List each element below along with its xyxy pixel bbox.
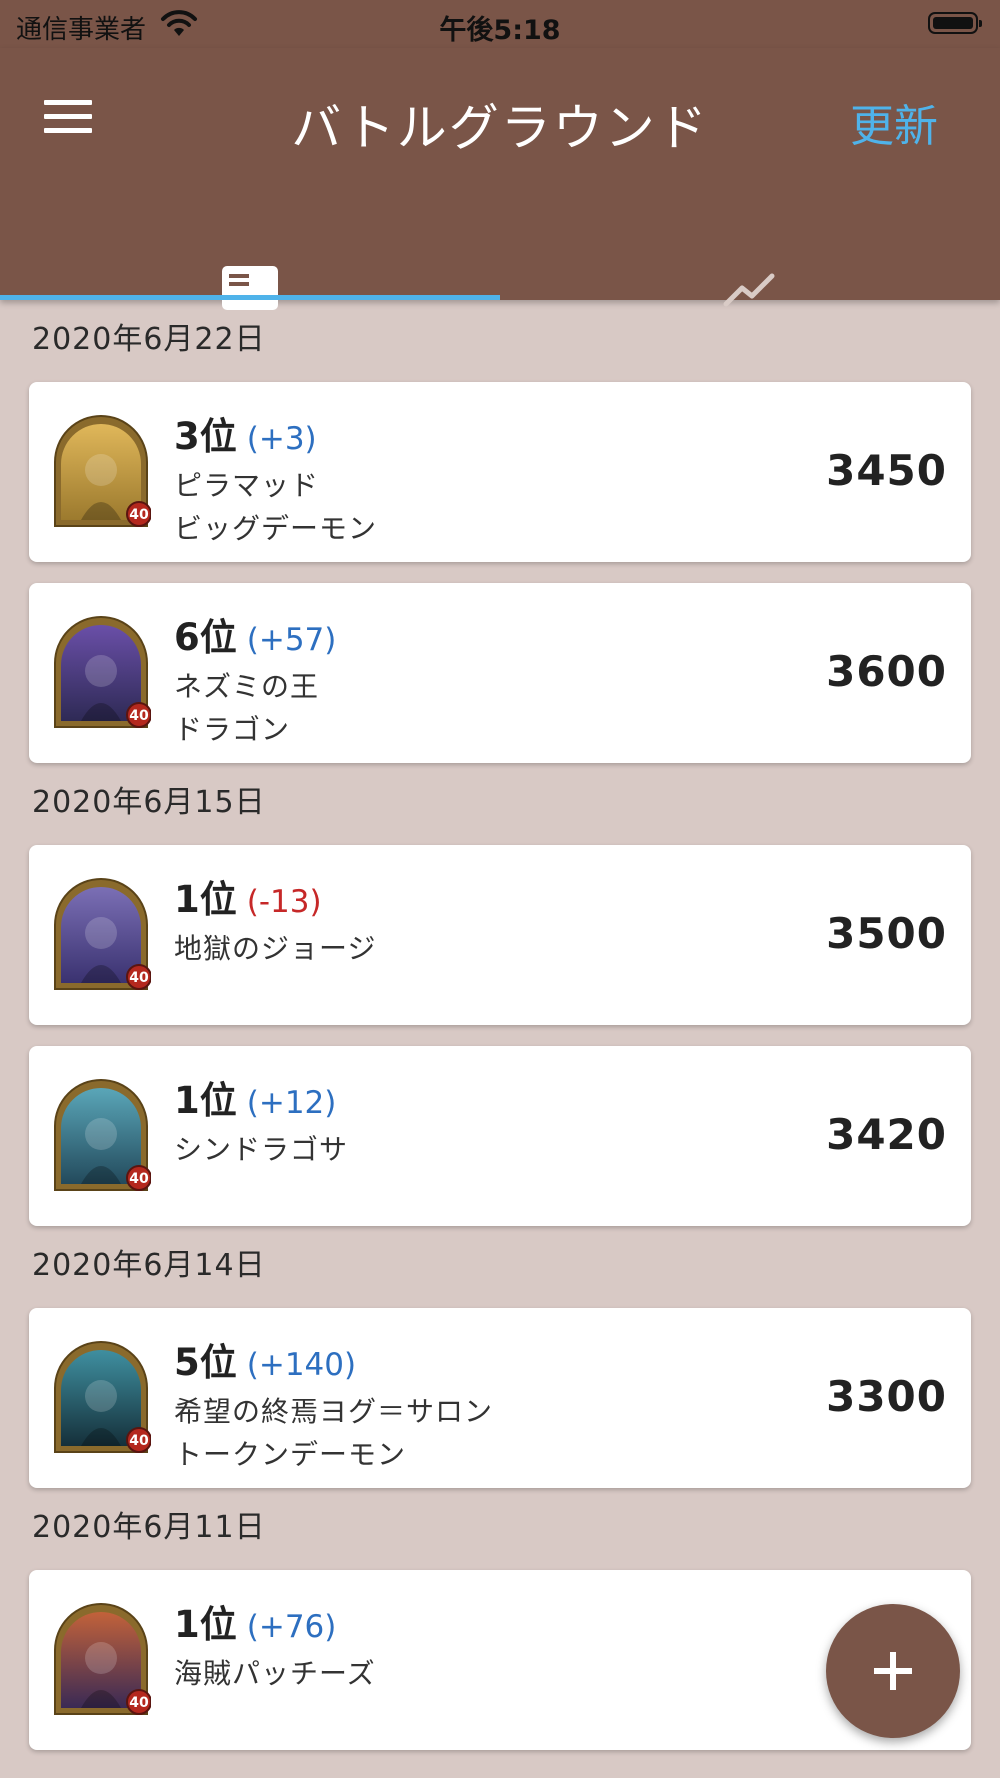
mmr-delta: (+76) <box>246 1609 337 1645</box>
mmr-delta: (-13) <box>246 884 322 920</box>
hero-portrait: 40 <box>54 415 151 527</box>
match-card[interactable]: 40 1位 (+12) シンドラゴサ 3420 <box>29 1046 971 1226</box>
placement: 1位 <box>174 878 237 921</box>
trend-chart-icon <box>723 273 775 307</box>
hero-name: 希望の終焉ヨグ＝サロン <box>174 1395 494 1428</box>
plus-icon <box>874 1652 912 1690</box>
hero-name: ネズミの王 <box>174 670 320 703</box>
card-list-icon <box>222 266 278 310</box>
hero-level: 40 <box>129 970 149 986</box>
hero-level: 40 <box>129 1171 149 1187</box>
hero-portrait: 40 <box>54 616 151 728</box>
hero-portrait: 40 <box>54 1603 151 1715</box>
battery-icon <box>928 12 982 34</box>
match-card[interactable]: 40 1位 (-13) 地獄のジョージ 3500 <box>29 845 971 1025</box>
hero-portrait: 40 <box>54 1341 151 1453</box>
placement: 6位 <box>174 616 237 659</box>
date-header: 2020年6月15日 <box>32 785 266 820</box>
hero-name: ピラマッド <box>174 469 320 502</box>
hero-level: 40 <box>129 1695 149 1711</box>
date-header: 2020年6月11日 <box>32 1510 266 1545</box>
rank-line: 5位 (+140) <box>174 1332 356 1386</box>
tab-chart[interactable] <box>500 196 1000 307</box>
placement: 5位 <box>174 1341 237 1384</box>
rank-line: 3位 (+3) <box>174 406 317 460</box>
tab-match-list[interactable] <box>0 196 500 310</box>
mmr-delta: (+12) <box>246 1085 337 1121</box>
match-card[interactable]: 40 6位 (+57) ネズミの王 ドラゴン 3600 <box>29 583 971 763</box>
app-bar: バトルグラウンド 更新 <box>0 48 1000 310</box>
mmr-delta: (+57) <box>246 622 337 658</box>
rank-line: 1位 (+76) <box>174 1594 336 1648</box>
mmr-value: 3600 <box>826 647 947 696</box>
rank-line: 6位 (+57) <box>174 607 336 661</box>
status-time: 午後5:18 <box>439 15 561 46</box>
placement: 1位 <box>174 1079 237 1122</box>
tribe-name: トークンデーモン <box>174 1438 407 1471</box>
hero-name: 地獄のジョージ <box>174 932 377 965</box>
hero-portrait: 40 <box>54 878 151 990</box>
mmr-delta: (+3) <box>246 421 317 457</box>
mmr-value: 3420 <box>826 1110 947 1159</box>
tribe-name: ビッグデーモン <box>174 512 378 545</box>
rank-line: 1位 (+12) <box>174 1070 336 1124</box>
tribe-name: ドラゴン <box>174 713 291 746</box>
mmr-value: 3300 <box>826 1372 947 1421</box>
tab-indicator <box>0 295 500 300</box>
hero-level: 40 <box>129 1433 149 1449</box>
add-match-button[interactable] <box>826 1604 960 1738</box>
mmr-value: 3500 <box>826 909 947 958</box>
refresh-button[interactable]: 更新 <box>850 90 938 154</box>
hero-name: シンドラゴサ <box>174 1133 349 1166</box>
hero-name: 海賊パッチーズ <box>174 1657 376 1690</box>
hero-level: 40 <box>129 507 149 523</box>
date-header: 2020年6月14日 <box>32 1248 266 1283</box>
mmr-delta: (+140) <box>246 1347 357 1383</box>
mmr-value: 3450 <box>826 446 947 495</box>
date-header: 2020年6月22日 <box>32 322 266 357</box>
hero-portrait: 40 <box>54 1079 151 1191</box>
status-bar: 通信事業者 午後5:18 <box>0 0 1000 48</box>
rank-line: 1位 (-13) <box>174 869 322 923</box>
placement: 3位 <box>174 415 237 458</box>
match-card[interactable]: 40 3位 (+3) ピラマッド ビッグデーモン 3450 <box>29 382 971 562</box>
placement: 1位 <box>174 1603 237 1646</box>
match-card[interactable]: 40 5位 (+140) 希望の終焉ヨグ＝サロン トークンデーモン 3300 <box>29 1308 971 1488</box>
hero-level: 40 <box>129 708 149 724</box>
